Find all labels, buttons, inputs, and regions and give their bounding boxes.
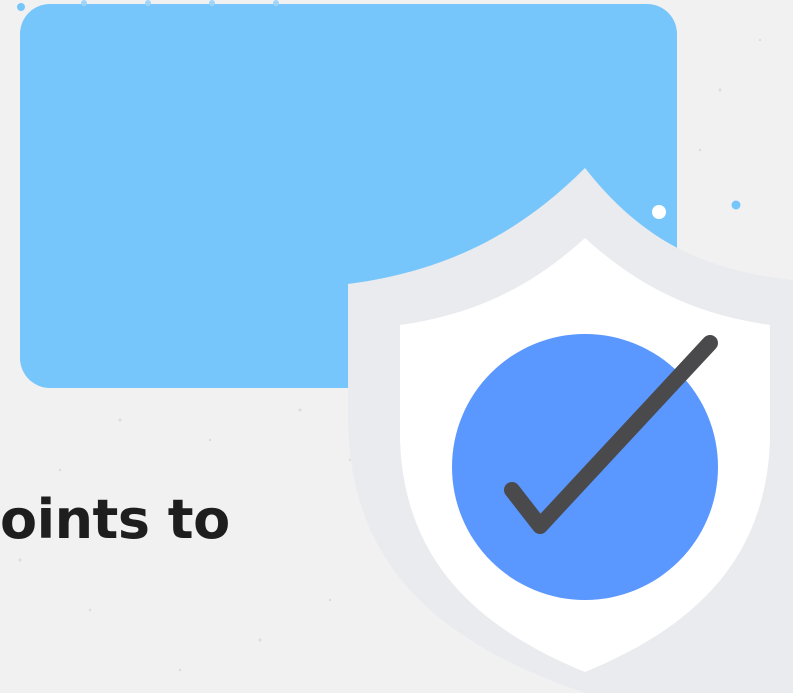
illustration <box>17 0 793 693</box>
headline-text: oints to <box>0 488 230 551</box>
